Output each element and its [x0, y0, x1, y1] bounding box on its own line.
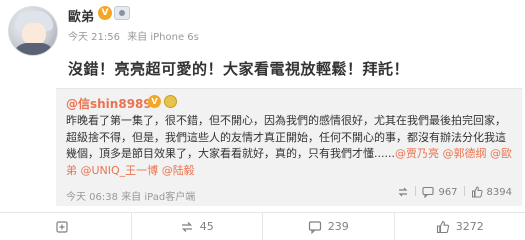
- repost-count: 45: [199, 220, 214, 233]
- repost-card: @信shin8989 V 昨晚看了第一集了，很不錯，但不開心，因為我們的感情很好…: [56, 88, 522, 206]
- mention-link[interactable]: @贾乃亮: [395, 147, 439, 160]
- repost-source[interactable]: 来自 iPad客户端: [121, 192, 195, 203]
- repost-like-button[interactable]: 8394: [471, 186, 512, 198]
- repost-body: 昨晚看了第一集了，很不錯，但不開心，因為我們的感情很好，尤其在我們最後拍完回家，…: [66, 114, 506, 160]
- repost-icon: [180, 220, 194, 234]
- vip-icon: V: [148, 95, 161, 108]
- action-bar: 45 239 3272: [0, 212, 525, 240]
- divider: [463, 186, 465, 196]
- repost-icon: [397, 186, 409, 198]
- vip-icon: V: [98, 6, 112, 20]
- thumbs-up-icon: [436, 220, 450, 234]
- repost-share-button[interactable]: [397, 186, 409, 198]
- post-username[interactable]: 歐弟: [68, 6, 94, 25]
- post-text: 沒錯！亮亮超可愛的！大家看電視放輕鬆！拜託！: [68, 60, 410, 78]
- repost-shares-count: 967: [438, 186, 458, 198]
- mention-link[interactable]: @UNIQ_王一博: [81, 164, 159, 177]
- medal-icon: [164, 95, 177, 108]
- repost-time[interactable]: 今天 06:38: [66, 192, 118, 203]
- repost-likes-count: 8394: [486, 186, 512, 198]
- post-source[interactable]: 来自 iPhone 6s: [127, 32, 199, 43]
- like-button[interactable]: 3272: [395, 213, 525, 240]
- avatar-body: [13, 43, 55, 55]
- post-meta: 今天 21:56 来自 iPhone 6s: [68, 28, 203, 43]
- repost-comment-button[interactable]: 967: [422, 186, 458, 198]
- repost-username[interactable]: @信shin8989: [66, 95, 152, 112]
- repost-actions: 967 8394: [397, 186, 512, 198]
- comment-button[interactable]: 239: [263, 213, 395, 240]
- comment-icon: [422, 186, 435, 198]
- collect-icon: [55, 220, 69, 234]
- collect-button[interactable]: [0, 213, 132, 240]
- comment-count: 239: [327, 220, 349, 233]
- thumbs-up-icon: [471, 186, 483, 198]
- member-icon: [114, 6, 130, 20]
- repost-button[interactable]: 45: [132, 213, 263, 240]
- avatar[interactable]: [8, 6, 58, 56]
- like-count: 3272: [455, 220, 484, 233]
- comment-icon: [308, 220, 322, 234]
- repost-text: 昨晚看了第一集了，很不錯，但不開心，因為我們的感情很好，尤其在我們最後拍完回家，…: [66, 113, 516, 179]
- mention-link[interactable]: @陆毅: [162, 164, 195, 177]
- avatar-face: [22, 23, 46, 45]
- post-time[interactable]: 今天 21:56: [68, 32, 120, 43]
- divider: [415, 186, 417, 196]
- mention-link[interactable]: @郭德纲: [442, 147, 486, 160]
- repost-meta: 今天 06:38 来自 iPad客户端: [66, 188, 195, 203]
